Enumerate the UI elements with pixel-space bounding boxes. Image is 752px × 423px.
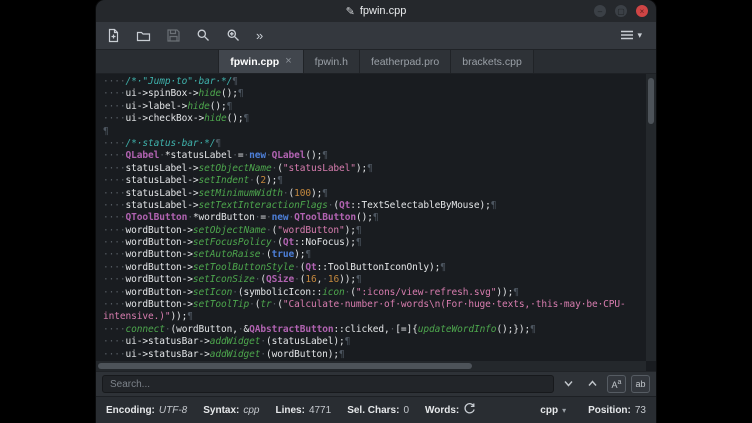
window-controls: – ▢ × bbox=[594, 5, 648, 17]
code-line: ····/*·status·bar·*/¶ bbox=[103, 138, 644, 150]
maximize-button[interactable]: ▢ bbox=[615, 5, 627, 17]
chevron-down-icon bbox=[563, 377, 574, 392]
code-line: ····ui->statusBar->addWidget·(statusLabe… bbox=[103, 336, 644, 348]
status-encoding: Encoding: UTF-8 bbox=[106, 405, 187, 416]
zoom-button[interactable] bbox=[224, 27, 242, 45]
refresh-icon bbox=[463, 402, 476, 418]
refresh-word-count-button[interactable] bbox=[463, 402, 476, 418]
match-case-button[interactable]: Aa bbox=[607, 375, 626, 393]
window-title-icon: ✎ bbox=[346, 5, 355, 18]
status-lines: Lines: 4771 bbox=[275, 405, 331, 416]
status-right: cpp ▾ Position: 73 bbox=[534, 404, 646, 417]
status-label: Lines: bbox=[275, 405, 304, 416]
code-line: ····wordButton->setFocusPolicy·(Qt::NoFo… bbox=[103, 237, 644, 249]
status-sel-chars: Sel. Chars: 0 bbox=[347, 405, 409, 416]
status-label: Syntax: bbox=[203, 405, 239, 416]
code-line: ¶ bbox=[103, 126, 644, 138]
find-previous-button[interactable] bbox=[583, 375, 602, 393]
whole-word-button[interactable]: ab bbox=[631, 375, 650, 393]
status-bar: Encoding: UTF-8 Syntax: cpp Lines: 4771 Sel. C… bbox=[96, 396, 656, 423]
window-title: ✎ fpwin.cpp bbox=[346, 5, 407, 18]
code-line: ····connect·(wordButton,·&QAbstractButto… bbox=[103, 324, 644, 336]
code-line: ····wordButton->setToolTip·(tr·("Calcula… bbox=[103, 299, 644, 311]
code-line: ····QLabel·*statusLabel·=·new·QLabel();¶ bbox=[103, 150, 644, 162]
tab-fpwin-h[interactable]: fpwin.h bbox=[304, 50, 360, 73]
status-segments: Encoding: UTF-8 Syntax: cpp Lines: 4771 Sel. C… bbox=[106, 405, 459, 416]
status-value: 4771 bbox=[309, 405, 331, 416]
window-title-text: fpwin.cpp bbox=[360, 5, 406, 17]
zoom-icon bbox=[226, 28, 241, 43]
code-line: ····wordButton->setObjectName·("wordButt… bbox=[103, 225, 644, 237]
code-line: ····ui->statusBar->addWidget·(wordButton… bbox=[103, 349, 644, 361]
tab-label: featherpad.pro bbox=[371, 56, 439, 68]
code-line: ····/*·"Jump·to"·bar·*/¶ bbox=[103, 76, 644, 88]
code-line: intensive.)"));¶ bbox=[103, 311, 644, 323]
search-bar: Aa ab bbox=[96, 371, 656, 396]
minimize-button[interactable]: – bbox=[594, 5, 606, 17]
menu-button[interactable]: ▾ bbox=[614, 28, 648, 44]
code-editor[interactable]: ····/*·"Jump·to"·bar·*/¶····ui->spinBox-… bbox=[96, 74, 656, 371]
code-line: ····wordButton->setIconSize·(QSize·(16,·… bbox=[103, 274, 644, 286]
hamburger-icon bbox=[620, 29, 634, 43]
match-case-icon: Aa bbox=[612, 379, 622, 390]
toolbar-overflow-button[interactable]: » bbox=[254, 28, 265, 43]
tab-label: fpwin.h bbox=[315, 56, 348, 68]
status-value: 0 bbox=[403, 405, 409, 416]
tab-close-icon[interactable]: × bbox=[285, 56, 291, 67]
tab-featherpad-pro[interactable]: featherpad.pro bbox=[360, 50, 451, 73]
featherpad-window: ✎ fpwin.cpp – ▢ × bbox=[96, 0, 656, 423]
status-value: UTF-8 bbox=[159, 405, 187, 416]
titlebar[interactable]: ✎ fpwin.cpp – ▢ × bbox=[96, 0, 656, 22]
save-file-button[interactable] bbox=[164, 27, 182, 45]
status-label: Encoding: bbox=[106, 405, 155, 416]
code-line: ····wordButton->setIcon·(symbolicIcon::i… bbox=[103, 287, 644, 299]
open-file-button[interactable] bbox=[134, 27, 152, 45]
status-label: Sel. Chars: bbox=[347, 405, 399, 416]
tab-brackets-cpp[interactable]: brackets.cpp bbox=[451, 50, 534, 73]
search-button[interactable] bbox=[194, 27, 212, 45]
tab-label: brackets.cpp bbox=[462, 56, 522, 68]
vertical-scrollbar-thumb[interactable] bbox=[648, 78, 654, 124]
search-input[interactable] bbox=[102, 375, 554, 393]
close-button[interactable]: × bbox=[636, 5, 648, 17]
chevron-up-icon bbox=[587, 377, 598, 392]
code-text-area[interactable]: ····/*·"Jump·to"·bar·*/¶····ui->spinBox-… bbox=[103, 76, 644, 361]
horizontal-scrollbar[interactable] bbox=[96, 361, 646, 371]
code-line: ····wordButton->setToolButtonStyle·(Qt::… bbox=[103, 262, 644, 274]
tab-fpwin-cpp[interactable]: fpwin.cpp × bbox=[218, 50, 303, 73]
status-label: Words: bbox=[425, 405, 459, 416]
desktop-background: ✎ fpwin.cpp – ▢ × bbox=[0, 0, 752, 423]
whole-word-icon: ab bbox=[635, 379, 645, 389]
status-syntax: Syntax: cpp bbox=[203, 405, 259, 416]
code-line: ····statusLabel->setMinimumWidth·(100);¶ bbox=[103, 188, 644, 200]
open-folder-icon bbox=[136, 28, 151, 43]
code-line: ····statusLabel->setIndent·(2);¶ bbox=[103, 175, 644, 187]
menu-caret-icon: ▾ bbox=[637, 30, 642, 41]
code-line: ····ui->label->hide();¶ bbox=[103, 101, 644, 113]
status-words: Words: bbox=[425, 405, 459, 416]
code-line: ····QToolButton·*wordButton·=·new·QToolB… bbox=[103, 212, 644, 224]
cursor-position: Position: 73 bbox=[588, 405, 646, 416]
status-value: cpp bbox=[243, 405, 259, 416]
find-next-button[interactable] bbox=[559, 375, 578, 393]
new-file-button[interactable] bbox=[104, 27, 122, 45]
syntax-dropdown[interactable]: cpp ▾ bbox=[534, 404, 572, 417]
code-line: ····statusLabel->setTextInteractionFlags… bbox=[103, 200, 644, 212]
toolbar: » ▾ bbox=[96, 22, 656, 50]
new-file-icon bbox=[106, 28, 121, 43]
vertical-scrollbar[interactable] bbox=[646, 74, 656, 361]
code-line: ····ui->checkBox->hide();¶ bbox=[103, 113, 644, 125]
code-line: ····ui->spinBox->hide();¶ bbox=[103, 88, 644, 100]
tab-bar: fpwin.cpp × fpwin.h featherpad.pro brackets.… bbox=[96, 50, 656, 74]
horizontal-scrollbar-thumb[interactable] bbox=[98, 363, 472, 369]
dropdown-caret-icon: ▾ bbox=[562, 406, 566, 415]
code-line: ····wordButton->setAutoRaise·(true);¶ bbox=[103, 249, 644, 261]
search-icon bbox=[196, 28, 211, 43]
code-line: ····statusLabel->setObjectName·("statusL… bbox=[103, 163, 644, 175]
save-icon bbox=[166, 28, 181, 43]
tab-label: fpwin.cpp bbox=[230, 56, 279, 68]
